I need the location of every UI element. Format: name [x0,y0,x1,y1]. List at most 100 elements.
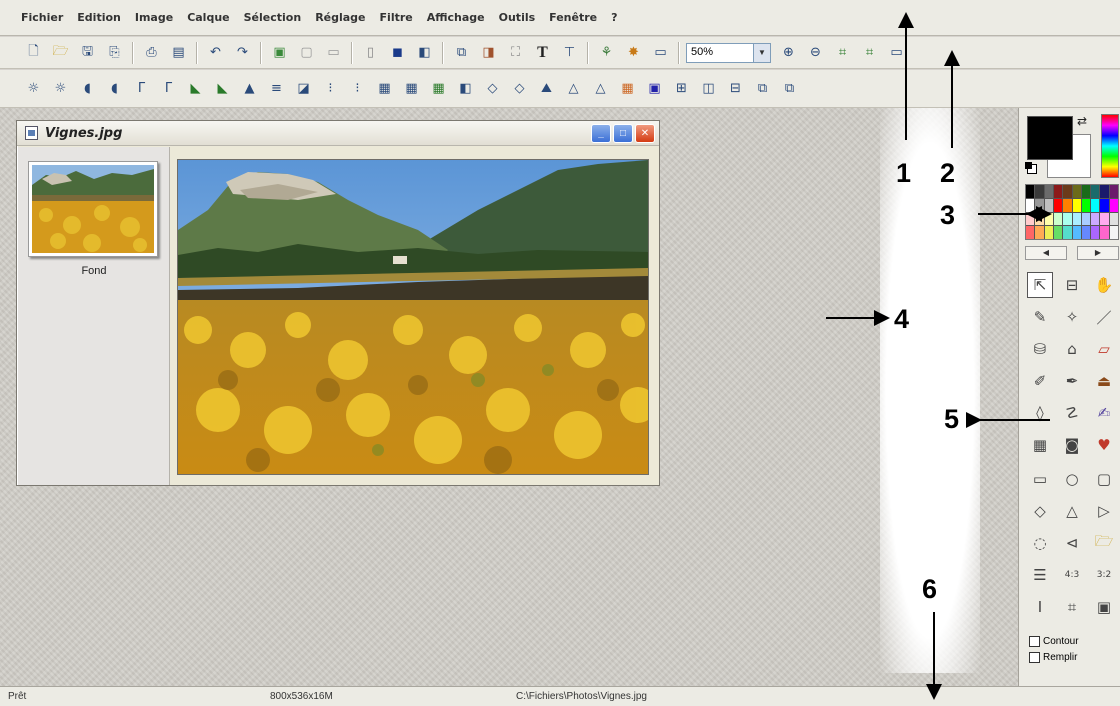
actual-size-icon[interactable]: ⌗ [858,41,881,64]
fit-window-icon[interactable]: ⌗ [831,41,854,64]
color-swatch[interactable] [1109,212,1118,226]
text-cursor-icon[interactable]: Ⅰ [1027,594,1053,620]
ratio-3-2-icon[interactable]: 3:2 [1091,562,1117,588]
red-eye-icon[interactable]: ♥ [1091,432,1117,458]
saturation-up-icon[interactable]: ◣ [184,77,207,100]
color-balance-icon[interactable]: ▦ [616,77,639,100]
menu-calque[interactable]: Calque [180,11,236,24]
color-swatch[interactable] [1072,226,1081,239]
color-swatch[interactable] [1044,212,1053,226]
eraser-icon[interactable]: ▱ [1091,336,1117,362]
color-swatch[interactable] [1044,226,1053,239]
color-swatch[interactable] [1091,226,1100,239]
airbrush-icon[interactable]: ✒ [1059,368,1085,394]
save-as-icon[interactable]: ⎘ [103,41,126,64]
save-icon[interactable]: 🖫 [76,41,99,64]
menu-help[interactable]: ? [604,11,624,24]
saturation-down-icon[interactable]: ◣ [211,77,234,100]
triangle-icon[interactable]: △ [1059,498,1085,524]
hand-icon[interactable]: ✋ [1091,272,1117,298]
auto-levels-icon[interactable]: ⁝ [319,77,342,100]
brush-icon[interactable]: ✐ [1027,368,1053,394]
new-file-icon[interactable]: 🗋 [22,41,45,64]
color-swatch[interactable] [1053,212,1063,226]
color-swatch[interactable] [1063,212,1072,226]
rotate-icon[interactable]: ⊟ [724,77,747,100]
color-swatch[interactable] [1035,198,1044,212]
gamma-up-icon[interactable]: Γ [130,77,153,100]
chevron-right-icon[interactable]: ▶ [1077,246,1119,260]
color-swatch[interactable] [1044,198,1053,212]
color-swatch[interactable] [1100,212,1109,226]
menu-affichage[interactable]: Affichage [420,11,492,24]
dodge-icon[interactable]: ✍ [1091,400,1117,426]
color-swatch[interactable] [1026,198,1035,212]
color-swatch[interactable] [1044,185,1053,198]
auto-contrast-icon[interactable]: ⁝ [346,77,369,100]
arrow-shape-icon[interactable]: ▷ [1091,498,1117,524]
menu-edition[interactable]: Edition [70,11,128,24]
menu-outils[interactable]: Outils [492,11,543,24]
color-swatch[interactable] [1091,185,1100,198]
fill-bucket-icon[interactable]: ⛁ [1027,336,1053,362]
paste-new-icon[interactable]: ▭ [322,41,345,64]
zoom-select[interactable]: 50% ▼ [686,42,771,63]
color-swatch[interactable] [1091,212,1100,226]
color-swatches[interactable] [1025,184,1119,240]
sepia-icon[interactable]: ▦ [400,77,423,100]
color-swatch[interactable] [1100,226,1109,239]
color-swatch[interactable] [1026,185,1035,198]
color-swatch[interactable] [1081,185,1091,198]
menu-filtre[interactable]: Filtre [373,11,420,24]
magic-wand-icon[interactable]: ✧ [1059,304,1085,330]
color-swatch[interactable] [1026,212,1035,226]
text-frame-icon[interactable]: ⊤ [558,41,581,64]
paste-image-icon[interactable]: ▢ [295,41,318,64]
texture-icon[interactable]: ▦ [1027,432,1053,458]
diamond-icon[interactable]: ◇ [1027,498,1053,524]
move-layer-icon[interactable]: ⊟ [1059,272,1085,298]
menu-image[interactable]: Image [128,11,180,24]
maximize-icon[interactable]: □ [613,123,633,143]
print-icon[interactable]: ⎙ [140,41,163,64]
contrast-up-icon[interactable]: ◖ [76,77,99,100]
effects-icon[interactable]: ✸ [622,41,645,64]
redo-icon[interactable]: ↷ [231,41,254,64]
line-icon[interactable]: ／ [1091,304,1117,330]
ratio-4-3-icon[interactable]: 4:3 [1059,562,1085,588]
color-replace-icon[interactable]: ▣ [643,77,666,100]
checkbox-icon[interactable] [1029,652,1040,663]
emboss-icon[interactable]: ⛰ [535,77,558,100]
color-swatch[interactable] [1081,198,1091,212]
zoom-in-icon[interactable]: ⊕ [777,41,800,64]
checkbox-icon[interactable] [1029,636,1040,647]
align-icon[interactable]: ☰ [1027,562,1053,588]
resize-icon[interactable]: ⧉ [751,77,774,100]
copy-image-icon[interactable]: ▣ [268,41,291,64]
clone-icon[interactable]: ⏏ [1091,368,1117,394]
open-shape-icon[interactable]: 🗁 [1091,530,1117,556]
color-swatch[interactable] [1026,226,1035,239]
color-swatch[interactable] [1072,185,1081,198]
color-swatch[interactable] [1109,198,1118,212]
drop-icon[interactable]: ◊ [1027,400,1053,426]
grid-icon[interactable]: ⊞ [670,77,693,100]
zoom-value[interactable]: 50% [686,42,754,63]
frame-icon[interactable]: ⛶ [504,41,527,64]
document-titlebar[interactable]: Vignes.jpg _ □ ✕ [17,121,659,146]
crop-frame-icon[interactable]: ⌗ [1059,594,1085,620]
gamma-down-icon[interactable]: Γ [157,77,180,100]
duplicate-icon[interactable]: ⧉ [450,41,473,64]
scan-icon[interactable]: ▤ [167,41,190,64]
properties-icon[interactable]: ◨ [477,41,500,64]
window-frame-icon[interactable]: ▣ [1091,594,1117,620]
canvas-size-icon[interactable]: ⧉ [778,77,801,100]
color-swatch[interactable] [1091,198,1100,212]
image-canvas[interactable] [177,159,656,475]
menu-fichier[interactable]: Fichier [14,11,70,24]
swap-colors-icon[interactable]: ⇄ [1077,114,1087,128]
color-swatch[interactable] [1100,185,1109,198]
window-icon[interactable]: ▭ [649,41,672,64]
color-swatch[interactable] [1081,226,1091,239]
text-tool-icon[interactable]: T [531,41,554,64]
